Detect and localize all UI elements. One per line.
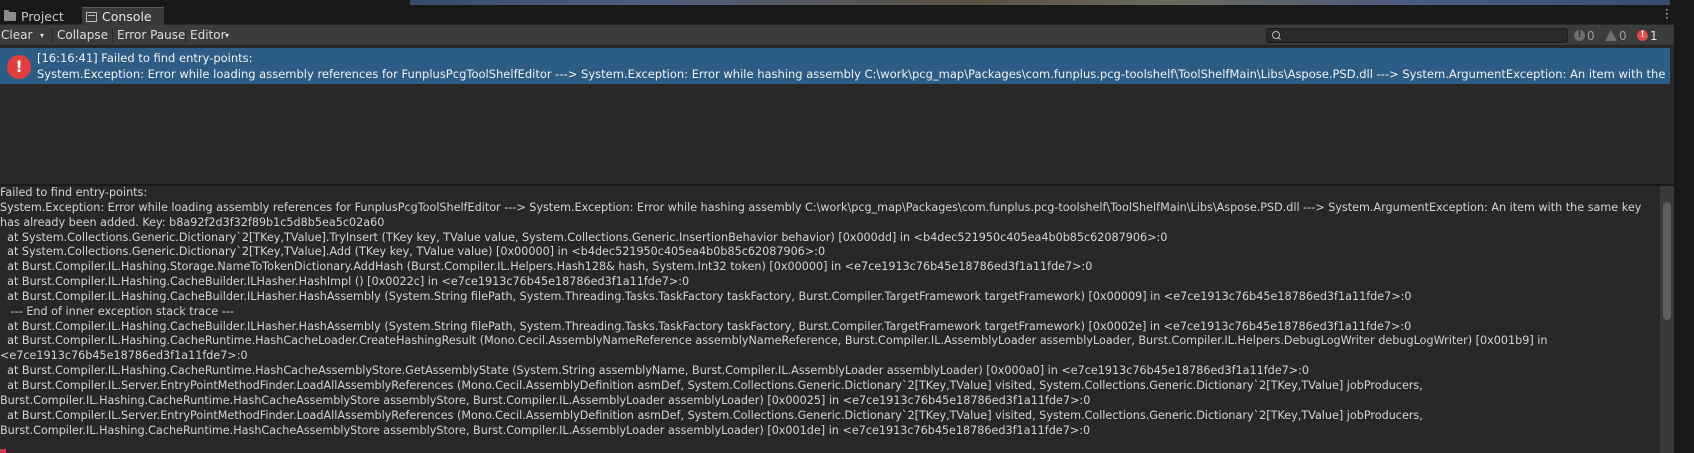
search-input[interactable] <box>1283 29 1563 42</box>
divider <box>112 28 113 43</box>
window-edge <box>1674 0 1694 453</box>
search-field[interactable] <box>1266 28 1568 43</box>
log-entry-message: System.Exception: Error while loading as… <box>37 67 1670 81</box>
log-entry-selected[interactable]: ! [16:16:41] Failed to find entry-points… <box>0 48 1670 84</box>
stack-trace-line: at Burst.Compiler.IL.Hashing.CacheRuntim… <box>0 364 1310 378</box>
clear-dropdown-icon[interactable]: ▾ <box>40 27 44 44</box>
scene-view-strip <box>410 0 1670 5</box>
folder-icon <box>4 9 16 21</box>
stack-trace-line: <e7ce1913c76b45e18786ed3f1a11fde7>:0 <box>0 349 248 363</box>
tab-project[interactable]: Project <box>4 8 64 24</box>
editor-dropdown[interactable]: Editor <box>190 27 226 44</box>
divider <box>52 28 53 43</box>
info-filter-toggle[interactable]: ! 0 <box>1574 28 1595 43</box>
clear-button[interactable]: Clear <box>1 27 32 44</box>
warning-count: 0 <box>1619 28 1627 43</box>
stack-trace-line: --- End of inner exception stack trace -… <box>0 304 234 318</box>
search-icon <box>1272 31 1280 39</box>
status-error-indicator <box>0 449 6 453</box>
stack-trace-line: at Burst.Compiler.IL.Hashing.CacheBuilde… <box>0 275 690 289</box>
stack-trace-line: at Burst.Compiler.IL.Hashing.CacheBuilde… <box>0 319 1412 333</box>
collapse-toggle[interactable]: Collapse <box>57 27 108 44</box>
console-toolbar: Clear ▾ Collapse Error Pause Editor ▾ ! … <box>0 25 1694 46</box>
tab-console[interactable]: Console <box>82 7 164 25</box>
stack-trace-line: Burst.Compiler.IL.Hashing.CacheRuntime.H… <box>0 423 1091 437</box>
tab-bar: Project Console · · · <box>0 0 1694 25</box>
tab-console-label: Console <box>102 9 152 24</box>
stack-trace-line: Burst.Compiler.IL.Hashing.CacheRuntime.H… <box>0 393 1091 407</box>
error-count: 1 <box>1650 28 1658 43</box>
detail-scrollbar[interactable] <box>1660 186 1674 453</box>
info-count: 0 <box>1587 28 1595 43</box>
stack-trace-line: has already been added. Key: b8a92f2d3f3… <box>0 215 385 229</box>
log-list: ! [16:16:41] Failed to find entry-points… <box>0 46 1694 184</box>
divider <box>185 28 186 43</box>
stack-trace-line: at Burst.Compiler.IL.Hashing.Storage.Nam… <box>0 260 1093 274</box>
stack-trace-line: at System.Collections.Generic.Dictionary… <box>0 230 1168 244</box>
editor-dropdown-icon[interactable]: ▾ <box>225 27 229 44</box>
error-pause-toggle[interactable]: Error Pause <box>117 27 185 44</box>
stack-trace-line: Failed to find entry-points: <box>0 186 148 199</box>
stack-trace-line: at Burst.Compiler.IL.Hashing.CacheRuntim… <box>0 334 1548 348</box>
more-options-icon[interactable]: · · · <box>1665 4 1669 24</box>
scrollbar-thumb[interactable] <box>1663 202 1671 320</box>
info-icon: ! <box>1574 30 1585 41</box>
stack-trace-line: at Burst.Compiler.IL.Server.EntryPointMe… <box>0 378 1423 392</box>
warning-filter-toggle[interactable]: 0 <box>1605 28 1627 43</box>
stack-trace-line: System.Exception: Error while loading as… <box>0 200 1642 214</box>
log-entry-title: [16:16:41] Failed to find entry-points: <box>37 51 253 65</box>
warning-icon <box>1605 30 1617 41</box>
stack-trace-line: at System.Collections.Generic.Dictionary… <box>0 245 826 259</box>
stack-trace-line: at Burst.Compiler.IL.Hashing.CacheBuilde… <box>0 289 1412 303</box>
console-icon <box>86 11 97 22</box>
stack-trace-panel[interactable]: Failed to find entry-points: System.Excep… <box>0 186 1660 453</box>
error-filter-toggle[interactable]: ! 1 <box>1637 28 1658 43</box>
stack-trace-line: at Burst.Compiler.IL.Server.EntryPointMe… <box>0 408 1423 422</box>
tab-project-label: Project <box>21 8 64 24</box>
error-icon: ! <box>1637 30 1648 41</box>
error-icon: ! <box>7 55 31 79</box>
